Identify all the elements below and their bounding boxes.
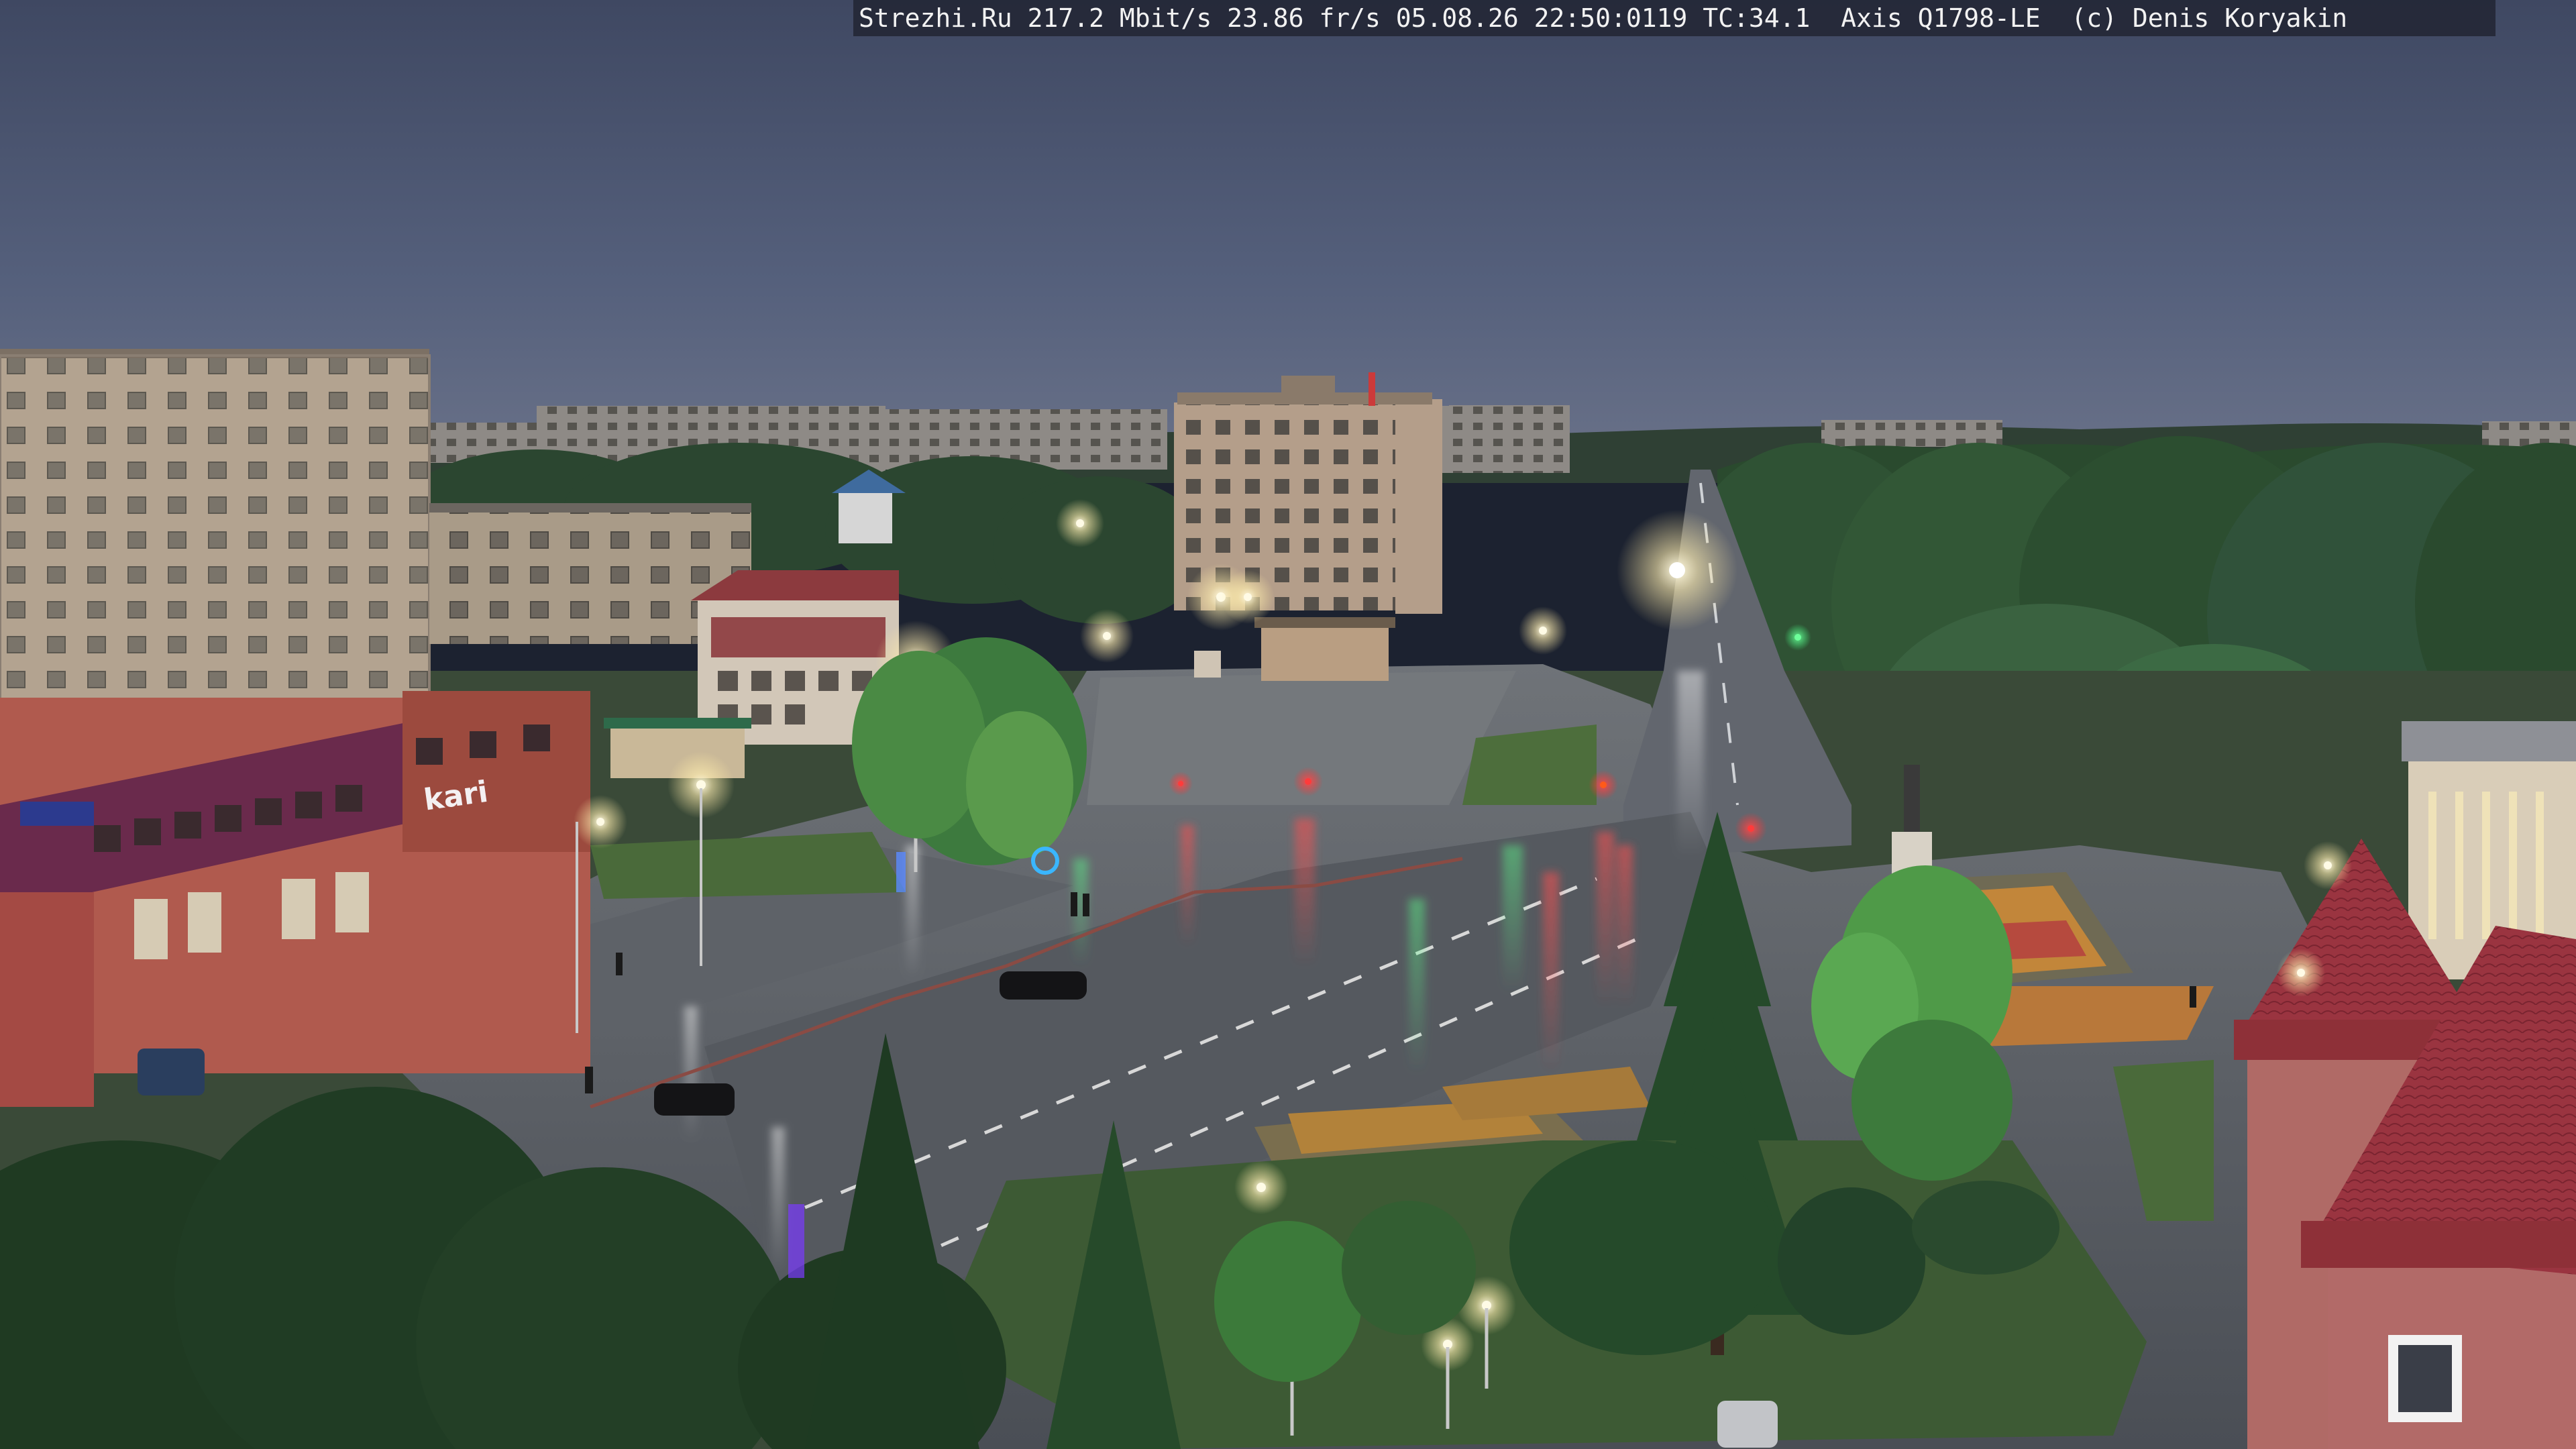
webcam-scene: kari <box>0 0 2576 1449</box>
shopping-center <box>0 691 590 1107</box>
camera-overlay-text: Strezhi.Ru 217.2 Mbit/s 23.86 fr/s 05.08… <box>853 0 2496 36</box>
webcam-frame: kari Strezhi.Ru 217.2 Mbit/s 23.86 fr/s … <box>0 0 2576 1449</box>
